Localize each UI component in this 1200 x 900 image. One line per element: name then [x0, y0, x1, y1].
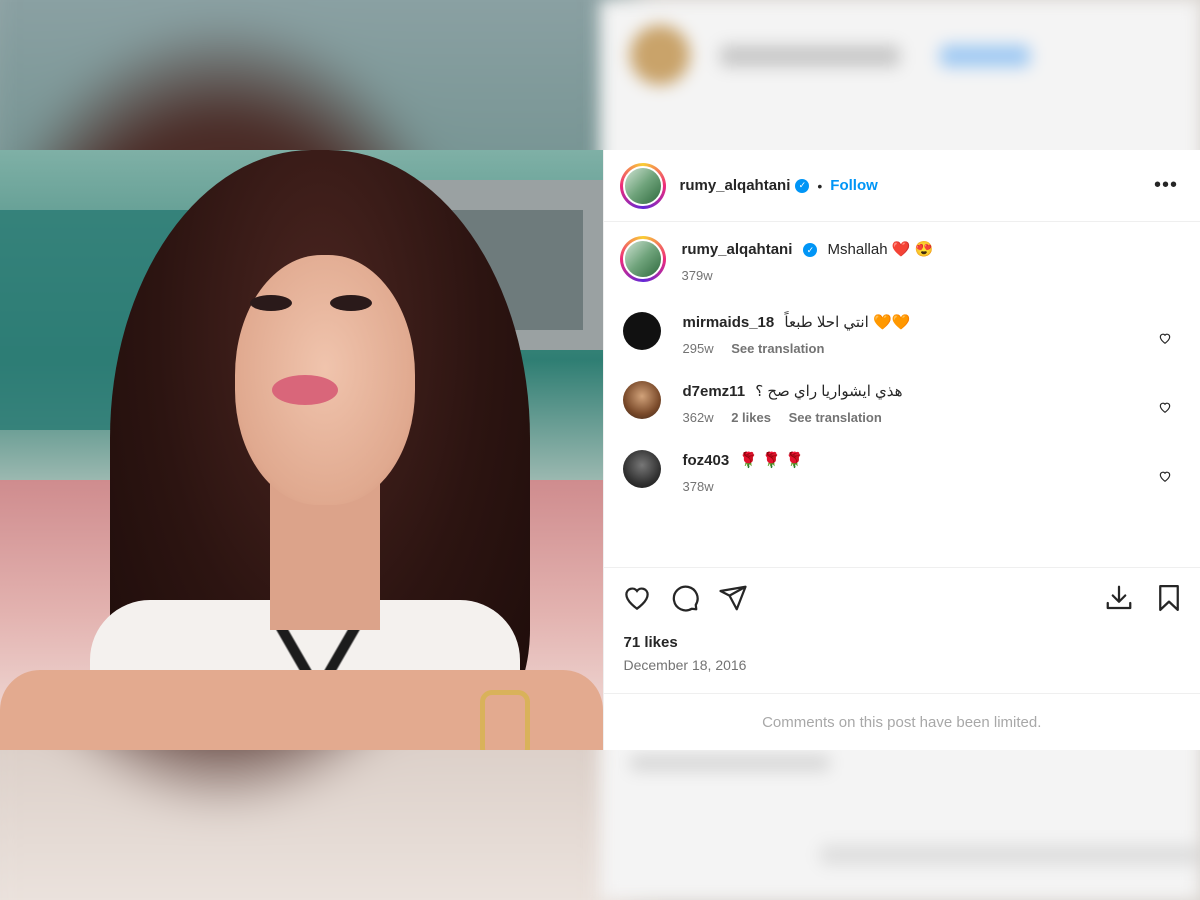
comments-list[interactable]: rumy_alqahtani ✓ Mshallah ❤️ 😍 379w mirma…	[603, 222, 1200, 568]
share-icon[interactable]	[718, 583, 748, 613]
ghost-date	[630, 755, 830, 771]
heart-icon[interactable]	[1158, 400, 1172, 414]
comment-message: انتي احلا طبعاً 🧡🧡	[784, 314, 911, 331]
photo-eye-right	[330, 295, 372, 311]
comment-text: d7emz11 هذي ايشواريا راي صح ؟	[683, 382, 1185, 402]
photo-lips	[272, 375, 338, 405]
caption-row: rumy_alqahtani ✓ Mshallah ❤️ 😍 379w	[619, 236, 1185, 283]
comment-avatar[interactable]	[622, 450, 661, 488]
action-bar-right	[1104, 583, 1184, 613]
caption-avatar-image	[622, 239, 663, 279]
post-header: rumy_alqahtani ✓ • Follow •••	[603, 150, 1200, 222]
comment-username[interactable]: foz403	[683, 452, 730, 469]
comment-message: هذي ايشواريا راي صح ؟	[755, 383, 903, 400]
ghost-avatar	[630, 25, 690, 85]
comment-message: 🌹 🌹 🌹	[739, 452, 804, 469]
post-modal: rumy_alqahtani ✓ • Follow ••• rumy_alqah…	[0, 150, 1200, 750]
post-date[interactable]: December 18, 2016	[604, 657, 1200, 673]
post-photo[interactable]	[0, 150, 603, 750]
caption-username[interactable]: rumy_alqahtani	[682, 241, 793, 258]
caption-age[interactable]: 379w	[682, 268, 713, 283]
ghost-follow	[940, 45, 1030, 67]
comment-age[interactable]: 362w	[683, 410, 714, 425]
comment-row: foz403 🌹 🌹 🌹 378w	[620, 447, 1185, 494]
comment-username[interactable]: mirmaids_18	[683, 314, 775, 331]
comment-avatar[interactable]	[622, 381, 661, 419]
see-translation-link[interactable]: See translation	[789, 410, 882, 425]
caption-text: rumy_alqahtani ✓ Mshallah ❤️ 😍	[682, 240, 1185, 260]
comment-text: foz403 🌹 🌹 🌹	[683, 451, 1185, 471]
photo-bracelet	[480, 690, 530, 750]
see-translation-link[interactable]: See translation	[731, 341, 824, 356]
author-avatar[interactable]	[619, 162, 666, 209]
caption-meta: 379w	[682, 268, 1185, 283]
caption-avatar[interactable]	[619, 236, 666, 282]
comment-icon[interactable]	[670, 583, 700, 613]
comment-likes[interactable]: 2 likes	[731, 410, 771, 425]
comment-body: mirmaids_18 انتي احلا طبعاً 🧡🧡 295w See …	[683, 309, 1185, 356]
comment-username[interactable]: d7emz11	[683, 383, 746, 400]
comment-avatar[interactable]	[622, 312, 661, 350]
likes-count[interactable]: 71 likes	[604, 634, 1200, 651]
verified-badge-icon: ✓	[803, 243, 818, 258]
photo-eye-left	[250, 295, 292, 311]
caption-body: rumy_alqahtani ✓ Mshallah ❤️ 😍 379w	[682, 236, 1185, 283]
heart-icon[interactable]	[1158, 469, 1172, 483]
comments-limited-note: Comments on this post have been limited.	[603, 693, 1200, 750]
comment-meta: 295w See translation	[683, 341, 1185, 356]
download-icon[interactable]	[1104, 583, 1134, 613]
ghost-limited	[820, 845, 1200, 865]
comment-meta: 378w	[683, 479, 1185, 494]
action-bar	[604, 568, 1200, 628]
comment-age[interactable]: 295w	[683, 341, 714, 356]
heart-icon[interactable]	[622, 583, 652, 613]
comment-body: d7emz11 هذي ايشواريا راي صح ؟ 362w 2 lik…	[683, 378, 1185, 425]
post-side-panel: rumy_alqahtani ✓ • Follow ••• rumy_alqah…	[602, 150, 1200, 750]
comment-row: mirmaids_18 انتي احلا طبعاً 🧡🧡 295w See …	[620, 309, 1185, 356]
caption-emoji: ❤️ 😍	[891, 241, 934, 258]
verified-badge-icon: ✓	[795, 178, 810, 193]
caption-message: Mshallah	[827, 241, 888, 258]
separator-dot: •	[817, 177, 823, 194]
heart-icon[interactable]	[1158, 331, 1172, 345]
more-options-icon[interactable]: •••	[1148, 174, 1184, 197]
follow-button[interactable]: Follow	[830, 177, 878, 194]
comment-meta: 362w 2 likes See translation	[683, 410, 1185, 425]
comment-age[interactable]: 378w	[683, 479, 714, 494]
bookmark-icon[interactable]	[1154, 583, 1184, 613]
ghost-username	[720, 45, 900, 67]
author-username[interactable]: rumy_alqahtani	[680, 177, 791, 194]
comment-body: foz403 🌹 🌹 🌹 378w	[683, 447, 1185, 494]
comment-row: d7emz11 هذي ايشواريا راي صح ؟ 362w 2 lik…	[620, 378, 1185, 425]
comment-text: mirmaids_18 انتي احلا طبعاً 🧡🧡	[683, 313, 1185, 333]
author-avatar-image	[622, 165, 663, 206]
